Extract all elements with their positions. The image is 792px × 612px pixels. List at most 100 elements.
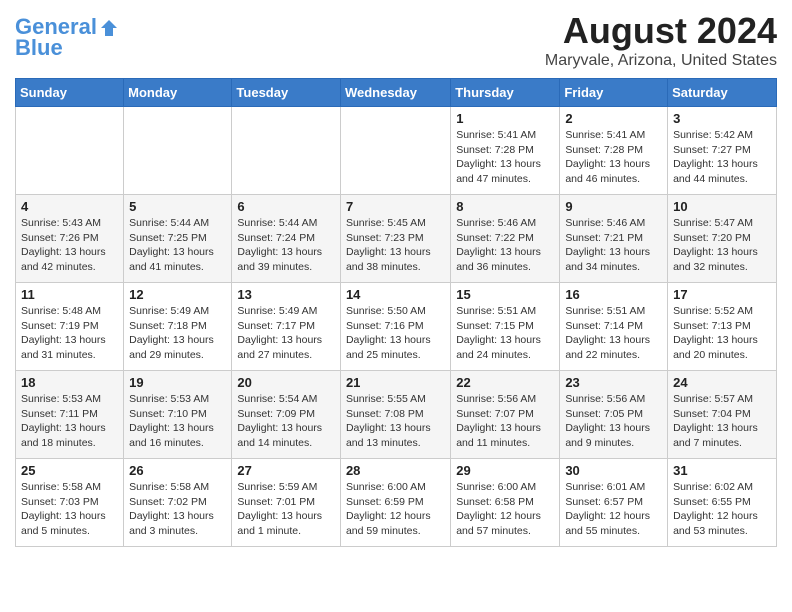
day-number: 26 xyxy=(129,463,226,478)
day-cell: 11Sunrise: 5:48 AM Sunset: 7:19 PM Dayli… xyxy=(16,283,124,371)
main-title: August 2024 xyxy=(545,10,777,52)
day-info: Sunrise: 5:41 AM Sunset: 7:28 PM Dayligh… xyxy=(456,128,554,187)
day-info: Sunrise: 5:55 AM Sunset: 7:08 PM Dayligh… xyxy=(346,392,445,451)
weekday-header-friday: Friday xyxy=(560,79,668,107)
day-number: 27 xyxy=(237,463,335,478)
day-cell: 18Sunrise: 5:53 AM Sunset: 7:11 PM Dayli… xyxy=(16,371,124,459)
title-section: August 2024 Maryvale, Arizona, United St… xyxy=(545,10,777,70)
day-number: 30 xyxy=(565,463,662,478)
day-info: Sunrise: 5:45 AM Sunset: 7:23 PM Dayligh… xyxy=(346,216,445,275)
day-number: 31 xyxy=(673,463,771,478)
subtitle: Maryvale, Arizona, United States xyxy=(545,52,777,70)
day-cell xyxy=(16,107,124,195)
day-cell: 28Sunrise: 6:00 AM Sunset: 6:59 PM Dayli… xyxy=(340,459,450,547)
day-cell: 14 Sunrise: 5:50 AM Sunset: 7:16 PM Dayli… xyxy=(340,283,450,371)
day-cell: 12 Sunrise: 5:49 AM Sunset: 7:18 PM Dayli… xyxy=(124,283,232,371)
day-number: 17 xyxy=(673,287,771,302)
weekday-header-thursday: Thursday xyxy=(451,79,560,107)
day-info: Sunrise: 5:49 AM Sunset: 7:18 PM Dayligh… xyxy=(129,304,226,363)
day-info: Sunrise: 5:47 AM Sunset: 7:20 PM Dayligh… xyxy=(673,216,771,275)
day-info: Sunrise: 5:46 AM Sunset: 7:21 PM Dayligh… xyxy=(565,216,662,275)
weekday-header-monday: Monday xyxy=(124,79,232,107)
logo: General Blue xyxy=(15,15,119,61)
week-row-1: 1 Sunrise: 5:41 AM Sunset: 7:28 PM Daylig… xyxy=(16,107,777,195)
day-number: 25 xyxy=(21,463,118,478)
day-info: Sunrise: 5:54 AM Sunset: 7:09 PM Dayligh… xyxy=(237,392,335,451)
day-cell: 22 Sunrise: 5:56 AM Sunset: 7:07 PM Dayli… xyxy=(451,371,560,459)
weekday-header-wednesday: Wednesday xyxy=(340,79,450,107)
day-cell: 23 Sunrise: 5:56 AM Sunset: 7:05 PM Dayli… xyxy=(560,371,668,459)
day-cell: 15Sunrise: 5:51 AM Sunset: 7:15 PM Dayli… xyxy=(451,283,560,371)
day-info: Sunrise: 5:56 AM Sunset: 7:05 PM Dayligh… xyxy=(565,392,662,451)
day-cell: 20 Sunrise: 5:54 AM Sunset: 7:09 PM Dayli… xyxy=(232,371,341,459)
day-info: Sunrise: 5:51 AM Sunset: 7:14 PM Dayligh… xyxy=(565,304,662,363)
day-info: Sunrise: 5:52 AM Sunset: 7:13 PM Dayligh… xyxy=(673,304,771,363)
day-number: 7 xyxy=(346,199,445,214)
day-cell: 2 Sunrise: 5:41 AM Sunset: 7:28 PM Daylig… xyxy=(560,107,668,195)
day-number: 2 xyxy=(565,111,662,126)
day-number: 19 xyxy=(129,375,226,390)
day-cell: 26 Sunrise: 5:58 AM Sunset: 7:02 PM Dayli… xyxy=(124,459,232,547)
day-number: 11 xyxy=(21,287,118,302)
day-cell: 13 Sunrise: 5:49 AM Sunset: 7:17 PM Dayli… xyxy=(232,283,341,371)
week-row-2: 4 Sunrise: 5:43 AM Sunset: 7:26 PM Daylig… xyxy=(16,195,777,283)
day-cell: 31 Sunrise: 6:02 AM Sunset: 6:55 PM Dayli… xyxy=(668,459,777,547)
day-number: 13 xyxy=(237,287,335,302)
day-cell xyxy=(124,107,232,195)
day-number: 24 xyxy=(673,375,771,390)
week-row-5: 25 Sunrise: 5:58 AM Sunset: 7:03 PM Dayli… xyxy=(16,459,777,547)
header: General Blue August 2024 Maryvale, Arizo… xyxy=(15,10,777,70)
week-row-3: 11Sunrise: 5:48 AM Sunset: 7:19 PM Dayli… xyxy=(16,283,777,371)
calendar: SundayMondayTuesdayWednesdayThursdayFrid… xyxy=(15,78,777,547)
day-cell xyxy=(232,107,341,195)
day-cell: 25 Sunrise: 5:58 AM Sunset: 7:03 PM Dayli… xyxy=(16,459,124,547)
day-cell: 6Sunrise: 5:44 AM Sunset: 7:24 PM Daylig… xyxy=(232,195,341,283)
day-info: Sunrise: 5:53 AM Sunset: 7:10 PM Dayligh… xyxy=(129,392,226,451)
day-info: Sunrise: 5:49 AM Sunset: 7:17 PM Dayligh… xyxy=(237,304,335,363)
weekday-header-saturday: Saturday xyxy=(668,79,777,107)
day-number: 6 xyxy=(237,199,335,214)
day-cell xyxy=(340,107,450,195)
day-cell: 7 Sunrise: 5:45 AM Sunset: 7:23 PM Daylig… xyxy=(340,195,450,283)
day-number: 1 xyxy=(456,111,554,126)
day-cell: 10 Sunrise: 5:47 AM Sunset: 7:20 PM Dayli… xyxy=(668,195,777,283)
day-cell: 19 Sunrise: 5:53 AM Sunset: 7:10 PM Dayli… xyxy=(124,371,232,459)
weekday-header-row: SundayMondayTuesdayWednesdayThursdayFrid… xyxy=(16,79,777,107)
day-number: 5 xyxy=(129,199,226,214)
day-number: 29 xyxy=(456,463,554,478)
day-cell: 8Sunrise: 5:46 AM Sunset: 7:22 PM Daylig… xyxy=(451,195,560,283)
day-info: Sunrise: 5:44 AM Sunset: 7:25 PM Dayligh… xyxy=(129,216,226,275)
day-cell: 9 Sunrise: 5:46 AM Sunset: 7:21 PM Daylig… xyxy=(560,195,668,283)
day-number: 3 xyxy=(673,111,771,126)
day-number: 9 xyxy=(565,199,662,214)
day-info: Sunrise: 5:51 AM Sunset: 7:15 PM Dayligh… xyxy=(456,304,554,363)
day-number: 23 xyxy=(565,375,662,390)
day-number: 14 xyxy=(346,287,445,302)
day-cell: 4 Sunrise: 5:43 AM Sunset: 7:26 PM Daylig… xyxy=(16,195,124,283)
day-info: Sunrise: 5:43 AM Sunset: 7:26 PM Dayligh… xyxy=(21,216,118,275)
day-info: Sunrise: 5:56 AM Sunset: 7:07 PM Dayligh… xyxy=(456,392,554,451)
day-info: Sunrise: 5:58 AM Sunset: 7:03 PM Dayligh… xyxy=(21,480,118,539)
day-info: Sunrise: 5:41 AM Sunset: 7:28 PM Dayligh… xyxy=(565,128,662,187)
day-cell: 29Sunrise: 6:00 AM Sunset: 6:58 PM Dayli… xyxy=(451,459,560,547)
weekday-header-sunday: Sunday xyxy=(16,79,124,107)
day-cell: 16 Sunrise: 5:51 AM Sunset: 7:14 PM Dayli… xyxy=(560,283,668,371)
day-number: 10 xyxy=(673,199,771,214)
day-info: Sunrise: 5:58 AM Sunset: 7:02 PM Dayligh… xyxy=(129,480,226,539)
day-info: Sunrise: 6:01 AM Sunset: 6:57 PM Dayligh… xyxy=(565,480,662,539)
day-number: 12 xyxy=(129,287,226,302)
day-info: Sunrise: 6:00 AM Sunset: 6:59 PM Dayligh… xyxy=(346,480,445,539)
day-cell: 3Sunrise: 5:42 AM Sunset: 7:27 PM Daylig… xyxy=(668,107,777,195)
day-number: 18 xyxy=(21,375,118,390)
day-info: Sunrise: 5:46 AM Sunset: 7:22 PM Dayligh… xyxy=(456,216,554,275)
day-number: 22 xyxy=(456,375,554,390)
day-cell: 5 Sunrise: 5:44 AM Sunset: 7:25 PM Daylig… xyxy=(124,195,232,283)
day-number: 4 xyxy=(21,199,118,214)
day-cell: 21 Sunrise: 5:55 AM Sunset: 7:08 PM Dayli… xyxy=(340,371,450,459)
day-info: Sunrise: 5:50 AM Sunset: 7:16 PM Dayligh… xyxy=(346,304,445,363)
day-cell: 1 Sunrise: 5:41 AM Sunset: 7:28 PM Daylig… xyxy=(451,107,560,195)
day-info: Sunrise: 6:02 AM Sunset: 6:55 PM Dayligh… xyxy=(673,480,771,539)
day-number: 16 xyxy=(565,287,662,302)
day-number: 20 xyxy=(237,375,335,390)
day-number: 21 xyxy=(346,375,445,390)
